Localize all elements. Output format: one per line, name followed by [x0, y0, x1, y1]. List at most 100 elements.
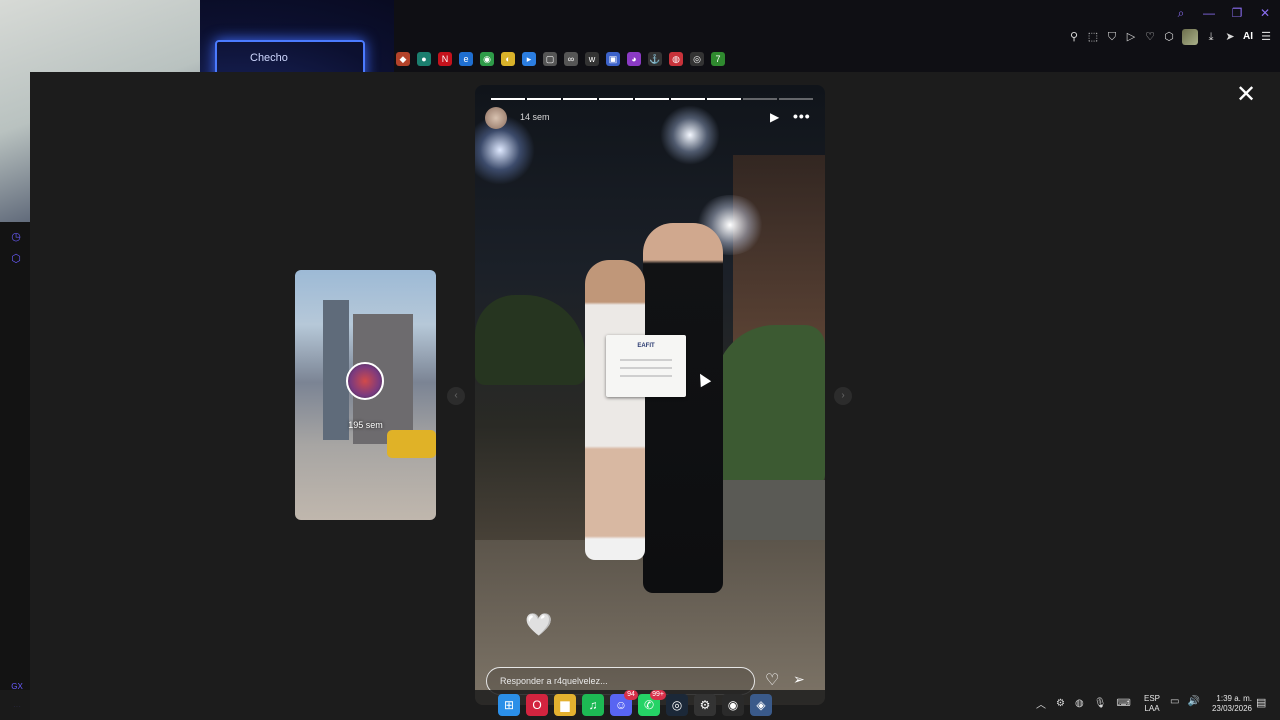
close-window-icon[interactable]: ✕: [1258, 6, 1272, 20]
bookmark-f-icon[interactable]: ▣: [606, 52, 620, 66]
volume-icon[interactable]: 🔊: [1187, 696, 1199, 707]
snapshot-icon[interactable]: ⬚: [1087, 30, 1099, 44]
chrome-icon[interactable]: ◉: [480, 52, 494, 66]
preview-taxi: [387, 430, 436, 458]
steam-active-glyph: ◈: [756, 698, 766, 712]
active-story[interactable]: EAFIT 14 sem ▶ ••• 🤍 ♡ ➢: [475, 85, 825, 705]
progress-segment: [743, 98, 777, 100]
bookmark-j-icon[interactable]: 7: [711, 52, 725, 66]
clock-time: 1:39 a. m.: [1216, 694, 1252, 703]
download-icon[interactable]: ⤓: [1205, 30, 1217, 44]
tray-wifi-icon[interactable]: ◍: [1075, 698, 1084, 709]
settings-icon[interactable]: ⚙: [694, 694, 716, 716]
netflix-icon[interactable]: N: [438, 52, 452, 66]
search-icon[interactable]: ⌕: [1174, 6, 1188, 20]
windows-start-icon[interactable]: ⊞: [498, 694, 520, 716]
keyboard-layout: LAA: [1144, 704, 1160, 713]
story-play-icon[interactable]: ▶: [770, 110, 779, 124]
anchor-icon[interactable]: ⚓: [648, 52, 662, 66]
story-header: 14 sem ▶ •••: [485, 107, 815, 129]
progress-segment: [671, 98, 705, 100]
certificate-line: [620, 359, 672, 361]
bookmark-a-icon[interactable]: ◆: [396, 52, 410, 66]
minimize-icon[interactable]: —: [1202, 6, 1216, 20]
story-plants: [715, 325, 825, 485]
notification-badge: 94: [624, 690, 638, 700]
bookmark-b-icon[interactable]: ●: [417, 52, 431, 66]
menu-icon[interactable]: ☰: [1260, 30, 1272, 44]
microphone-icon[interactable]: 🎙: [1094, 698, 1107, 709]
whatsapp-glyph: ✆: [643, 698, 655, 712]
shield-icon[interactable]: ⛉: [1106, 30, 1118, 44]
like-icon[interactable]: ♡: [765, 670, 779, 690]
previous-story-button[interactable]: ‹: [447, 387, 465, 405]
progress-segment: [599, 98, 633, 100]
discord-icon[interactable]: ☺ 94: [610, 690, 638, 716]
settings-glyph: ⚙: [699, 698, 711, 712]
display-icon[interactable]: ▭: [1170, 696, 1179, 707]
system-tray-quick: ▭ 🔊: [1170, 696, 1200, 707]
whatsapp-icon[interactable]: ✆ 99+: [638, 690, 666, 716]
tray-gear-icon[interactable]: ⚙: [1056, 698, 1065, 709]
file-explorer-glyph: ▆: [560, 698, 570, 712]
file-explorer-icon[interactable]: ▆: [554, 694, 576, 716]
file-icon[interactable]: ▢: [543, 52, 557, 66]
bookmark-e-icon[interactable]: ᴡ: [585, 52, 599, 66]
restore-icon[interactable]: ❐: [1230, 6, 1244, 20]
story-certificate: EAFIT: [606, 335, 686, 397]
preview-time: 195 sem: [348, 420, 383, 430]
opera-gx-icon[interactable]: O: [526, 694, 548, 716]
previous-story-preview[interactable]: 195 sem: [295, 270, 436, 520]
story-progress-bar: [491, 98, 813, 100]
extensions-icon[interactable]: ⬡: [1163, 30, 1175, 44]
notifications-icon[interactable]: ▤: [1256, 696, 1266, 709]
obs-icon[interactable]: ◉: [722, 694, 744, 716]
progress-segment: [491, 98, 525, 100]
close-viewer-icon[interactable]: ✕: [1235, 83, 1257, 107]
pin-icon[interactable]: ⚲: [1068, 30, 1080, 44]
spotify-icon[interactable]: ♫: [582, 694, 604, 716]
preview-avatar: [346, 362, 384, 400]
play-icon[interactable]: ▷: [1125, 30, 1137, 44]
story-author-avatar[interactable]: [485, 107, 507, 129]
window-controls: ⌕ — ❐ ✕: [1174, 6, 1272, 20]
windows-start-glyph: ⊞: [503, 698, 515, 712]
ai-button[interactable]: AI: [1243, 30, 1253, 44]
webcam-neon-text: Checho: [250, 52, 288, 64]
notification-badge: 99+: [650, 690, 666, 700]
keyboard-icon[interactable]: ⌨: [1116, 698, 1130, 709]
bookmark-c-icon[interactable]: ◐: [501, 52, 515, 66]
progress-segment: [779, 98, 813, 100]
steam-active-icon[interactable]: ◈: [750, 694, 772, 716]
progress-segment: [707, 98, 741, 100]
heart-sticker: 🤍: [525, 612, 553, 637]
language-indicator[interactable]: ESP LAA: [1144, 694, 1160, 714]
bookmark-i-icon[interactable]: ◎: [690, 52, 704, 66]
profile-avatar[interactable]: [1182, 29, 1198, 45]
next-story-button[interactable]: ›: [834, 387, 852, 405]
tray-chevron-icon[interactable]: ︿: [1036, 696, 1046, 711]
edge-icon[interactable]: e: [459, 52, 473, 66]
discord-glyph: ☺: [614, 698, 628, 712]
steam-icon[interactable]: ◎: [666, 694, 688, 716]
history-icon[interactable]: ◷: [9, 230, 23, 244]
story-more-icon[interactable]: •••: [793, 108, 811, 124]
send-icon[interactable]: ➤: [1224, 30, 1236, 44]
clock[interactable]: 1:39 a. m. 23/03/2026: [1206, 694, 1252, 714]
bookmark-g-icon[interactable]: ◕: [627, 52, 641, 66]
bookmark-h-icon[interactable]: ◍: [669, 52, 683, 66]
language-code: ESP: [1144, 694, 1161, 703]
system-tray: ︿ ⚙ ◍ 🎙 ⌨: [1036, 696, 1131, 711]
obs-glyph: ◉: [727, 698, 739, 712]
desktop: ⌕ — ❐ ✕ ⚲ ⬚ ⛉ ▷ ♡ ⬡ ⤓ ➤ AI ☰ ◆ ● Ne ◉ ◐ ▸ ▢ ∞ ᴡ ▣…: [0, 0, 1280, 720]
heart-icon[interactable]: ♡: [1144, 30, 1156, 44]
taskbar: ⊞ O ▆ ♫ ☺ 94 ✆ 99+ ◎ ⚙ ◉ ◈ ︿ ⚙ ◍ 🎙 ⌨ ESP LAA ▭ 🔊 1:39 a.…: [0, 690, 1280, 720]
extensions-side-icon[interactable]: ⬡: [9, 252, 23, 266]
bookmark-d-icon[interactable]: ▸: [522, 52, 536, 66]
share-icon[interactable]: ➢: [793, 671, 805, 688]
certificate-line: [620, 367, 672, 369]
link-icon[interactable]: ∞: [564, 52, 578, 66]
story-timestamp: 14 sem: [520, 112, 550, 122]
taskbar-apps: ⊞ O ▆ ♫ ☺ 94 ✆ 99+ ◎ ⚙ ◉ ◈: [498, 690, 772, 716]
story-plants: [475, 295, 585, 385]
